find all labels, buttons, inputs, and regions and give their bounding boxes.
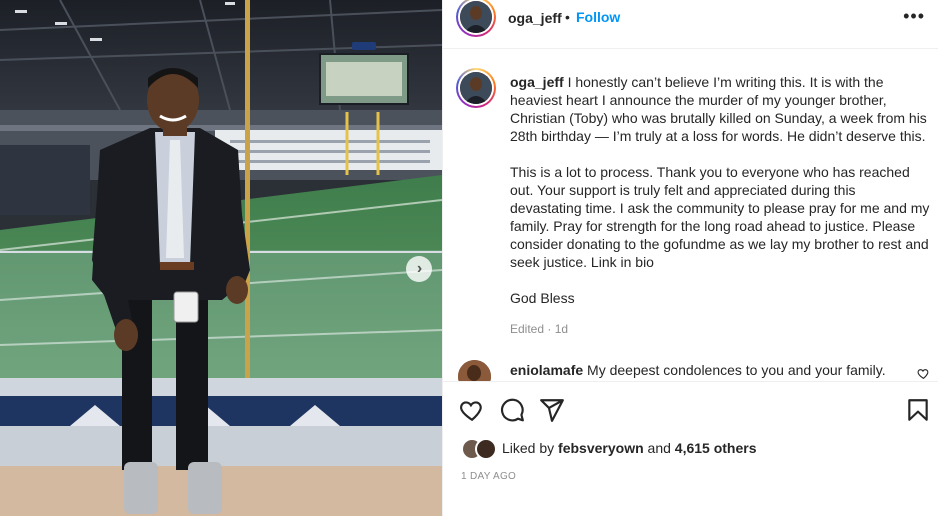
- post-caption: oga_jeff I honestly can’t believe I’m wr…: [510, 73, 930, 325]
- bookmark-icon[interactable]: [905, 397, 931, 423]
- likes-count-link[interactable]: 4,615 others: [675, 440, 757, 456]
- more-horizontal-icon[interactable]: •••: [903, 6, 925, 27]
- commenter-username[interactable]: eniolamafe: [510, 362, 583, 378]
- caption-avatar[interactable]: [456, 68, 496, 108]
- liker-avatar[interactable]: [475, 438, 497, 460]
- caption-paragraph: oga_jeff I honestly can’t believe I’m wr…: [510, 74, 927, 144]
- likes-summary: Liked by febsveryown and 4,615 others: [502, 440, 757, 456]
- follow-button[interactable]: Follow: [576, 9, 620, 25]
- separator-dot: •: [565, 9, 570, 25]
- liker-username[interactable]: febsveryown: [558, 440, 644, 456]
- caption-paragraph: This is a lot to process. Thank you to e…: [510, 164, 930, 270]
- post-photo: ›: [0, 0, 442, 516]
- stadium-photo: [0, 0, 442, 516]
- author-username[interactable]: oga_jeff: [508, 10, 562, 26]
- caption-paragraph: God Bless: [510, 290, 575, 306]
- share-icon[interactable]: [539, 397, 565, 423]
- comment-text: My deepest condolences to you and your f…: [587, 362, 886, 378]
- post-sidebar: oga_jeff • Follow ••• oga_jeff I honestl…: [442, 0, 938, 516]
- heart-icon[interactable]: [459, 397, 485, 423]
- edited-timestamp: Edited · 1d: [510, 322, 569, 336]
- comment-icon[interactable]: [499, 397, 525, 423]
- scoreboard-logo: [352, 42, 376, 50]
- post-actions: Liked by febsveryown and 4,615 others 1 …: [443, 381, 938, 516]
- post-header: oga_jeff • Follow •••: [443, 0, 938, 49]
- caption-username[interactable]: oga_jeff: [510, 74, 564, 90]
- author-avatar[interactable]: [456, 0, 496, 37]
- post-time: 1 DAY AGO: [461, 471, 517, 482]
- chevron-right-icon: ›: [416, 260, 423, 277]
- next-photo-button[interactable]: ›: [406, 256, 432, 282]
- comment-item: eniolamafe My deepest condolences to you…: [510, 361, 910, 379]
- comment-like-icon[interactable]: [917, 367, 930, 380]
